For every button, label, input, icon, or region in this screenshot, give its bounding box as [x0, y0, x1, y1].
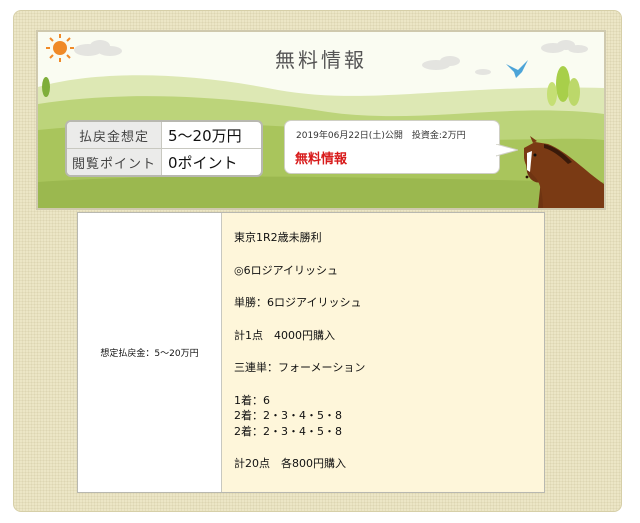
post-title: 無料情報 [295, 152, 348, 167]
formation-line: 1着：6 [234, 393, 270, 407]
info-row-points: 閲覧ポイント 0ポイント [67, 148, 261, 175]
info-label: 払戻金想定 [67, 122, 162, 148]
prediction-details: 東京1R2歳未勝利 ◎6ロジアイリッシュ 単勝：6ロジアイリッシュ 計1点 40… [222, 213, 544, 492]
info-value: 5〜20万円 [168, 126, 242, 145]
trifecta-type: 三連単：フォーメーション [234, 361, 366, 374]
free-info-banner: 無料情報 払戻金想定 5〜20万円 閲覧ポイント 0ポイント 2019年06月2… [36, 30, 606, 210]
post-info-bubble: 2019年06月22日(土)公開 投資金:2万円 無料情報 [284, 120, 500, 174]
banner-title: 無料情報 [275, 48, 367, 72]
info-value: 0ポイント [168, 153, 238, 172]
prediction-table: 想定払戻金：5〜20万円 東京1R2歳未勝利 ◎6ロジアイリッシュ 単勝：6ロジ… [77, 212, 545, 493]
win-bet: 単勝：6ロジアイリッシュ [234, 296, 362, 309]
bubble-tail [496, 144, 518, 157]
info-row-payout: 払戻金想定 5〜20万円 [67, 122, 261, 148]
trifecta-total: 計20点 各800円購入 [234, 457, 346, 470]
info-label: 閲覧ポイント [67, 149, 162, 175]
race-name: 東京1R2歳未勝利 [234, 231, 322, 244]
expected-payout-label: 想定払戻金：5〜20万円 [78, 213, 222, 492]
payout-info-table: 払戻金想定 5〜20万円 閲覧ポイント 0ポイント [65, 120, 263, 177]
publish-date: 2019年06月22日(土)公開 投資金:2万円 [296, 131, 466, 141]
win-bet-total: 計1点 4000円購入 [234, 328, 335, 342]
formation-line: 2着：2・3・4・5・8 [234, 424, 342, 438]
honmei-pick: ◎6ロジアイリッシュ [234, 263, 339, 277]
formation-line: 2着：2・3・4・5・8 [234, 409, 342, 422]
